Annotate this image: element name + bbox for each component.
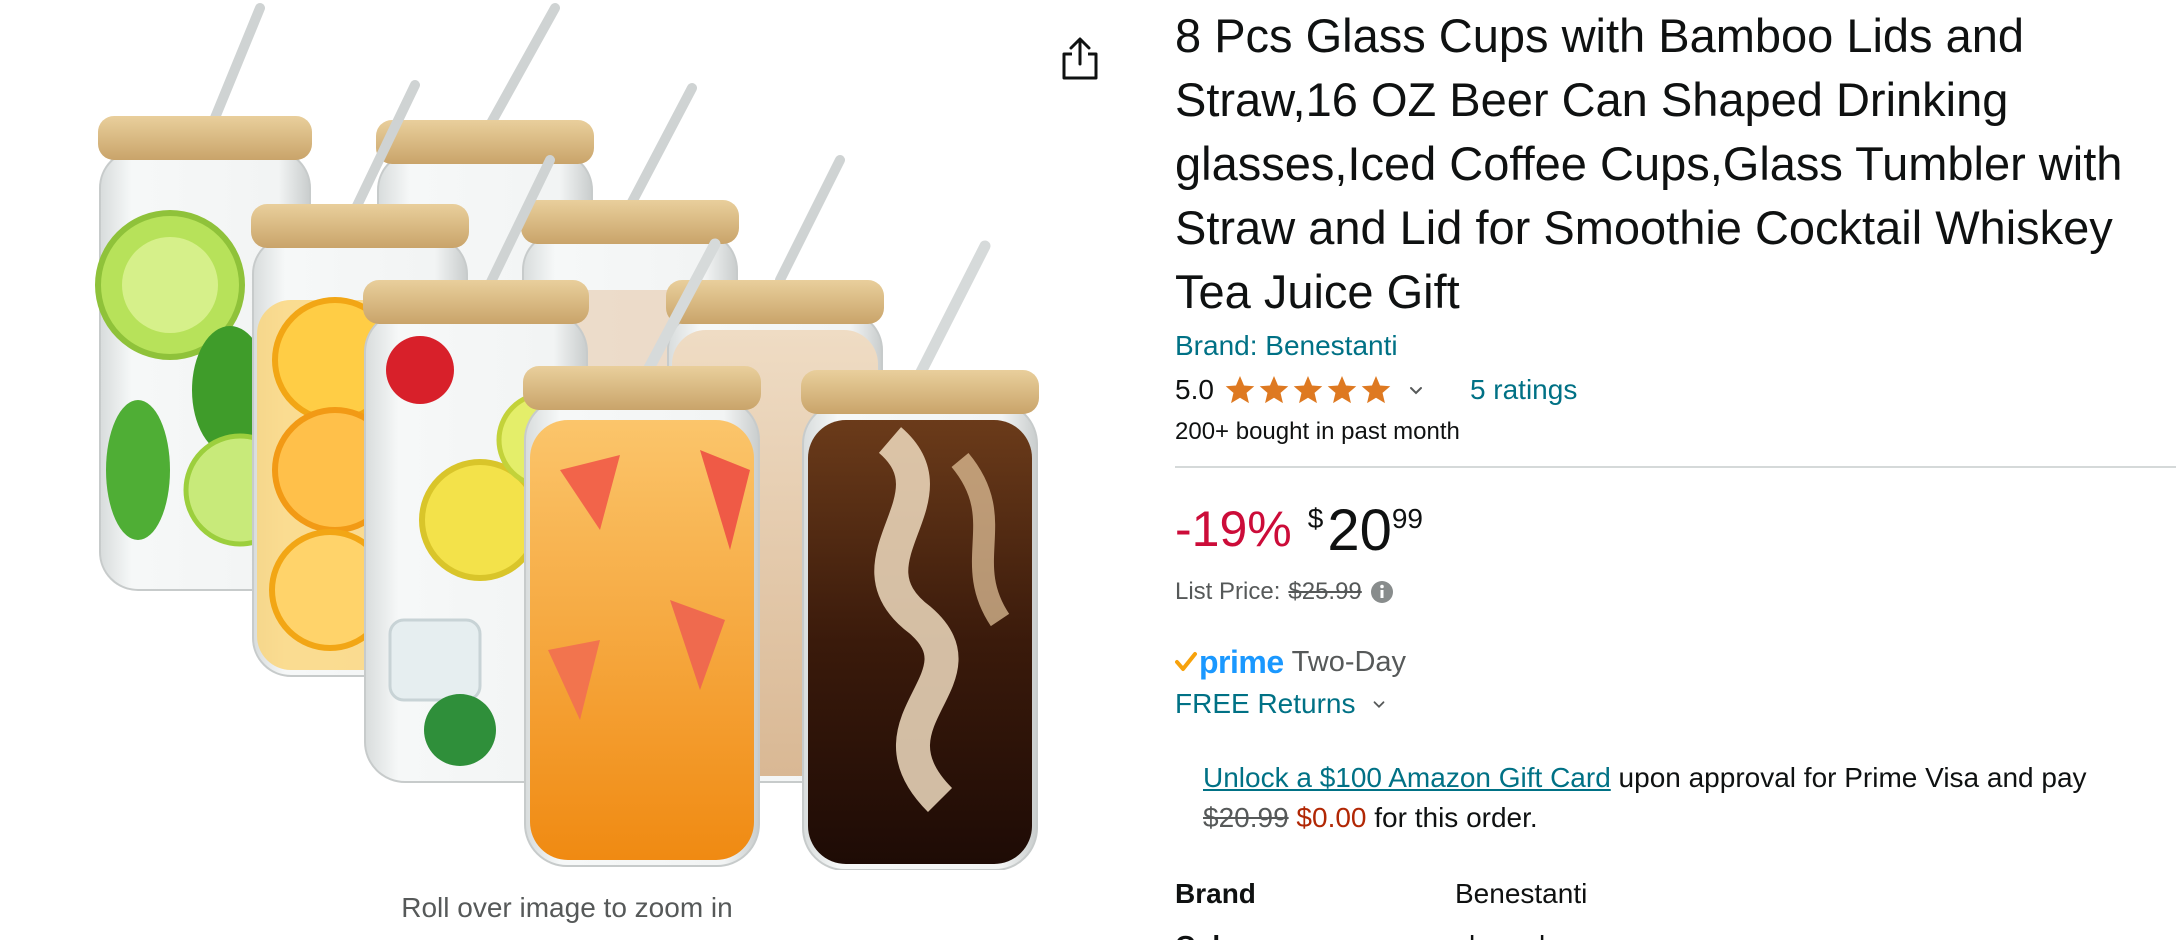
star-icon xyxy=(1259,376,1289,404)
list-price-value: $25.99 xyxy=(1288,578,1362,605)
free-returns[interactable]: FREE Returns xyxy=(1175,688,2165,720)
gift-card-offer-link[interactable]: Unlock a $100 Amazon Gift Card xyxy=(1203,762,1611,793)
price-whole: 20 xyxy=(1327,498,1392,563)
spec-value: Benestanti xyxy=(1455,878,1588,909)
list-price-label: List Price: xyxy=(1175,578,1281,605)
spec-label: Color xyxy=(1175,930,1455,940)
image-gallery: Roll over image to zoom in xyxy=(0,0,1110,940)
price-currency-symbol: $ xyxy=(1307,503,1324,534)
prime-badge[interactable]: prime Two-Day xyxy=(1175,642,2165,682)
offer-old-price: $20.99 xyxy=(1203,802,1289,833)
star-icon xyxy=(1327,376,1357,404)
product-specs-table: Brand Benestanti Color clear glass xyxy=(1175,868,2165,940)
spec-label: Brand xyxy=(1175,878,1256,909)
rating-value: 5.0 xyxy=(1175,374,1214,405)
bought-in-past-month: 200+ bought in past month xyxy=(1175,418,1460,445)
offer-new-price: $0.00 xyxy=(1296,802,1367,833)
spec-row: Brand Benestanti xyxy=(1175,868,2165,920)
current-price: $ 20 99 xyxy=(1308,498,1423,564)
product-page: Roll over image to zoom in 8 Pcs Glass C… xyxy=(0,0,2176,940)
price-fraction: 99 xyxy=(1391,503,1423,534)
rating-row: 5.0 5 ratings xyxy=(1175,370,2165,410)
list-price-row: List Price: $25.99 xyxy=(1175,578,2165,606)
free-returns-link[interactable]: FREE Returns xyxy=(1175,688,1356,720)
product-main-image[interactable] xyxy=(60,0,1060,870)
spec-row: Color clear glass xyxy=(1175,920,2165,940)
section-divider xyxy=(1175,466,2176,468)
offer-middle-text: upon approval for Prime Visa and pay xyxy=(1610,762,2087,793)
star-icon xyxy=(1293,376,1323,404)
star-icon xyxy=(1225,376,1255,404)
brand-link[interactable]: Brand: Benestanti xyxy=(1175,330,1398,362)
prime-logo-text: prime xyxy=(1199,643,1284,680)
offer-end-text: for this order. xyxy=(1366,802,1538,833)
star-icon xyxy=(1361,376,1391,404)
discount-percentage: -19% xyxy=(1175,501,1292,557)
info-icon[interactable] xyxy=(1370,580,1394,604)
share-icon[interactable] xyxy=(1058,36,1102,82)
ratings-count-link[interactable]: 5 ratings xyxy=(1470,374,1577,406)
prime-delivery-speed: Two-Day xyxy=(1291,645,1407,678)
product-title: 8 Pcs Glass Cups with Bamboo Lids and St… xyxy=(1175,9,2123,318)
product-info: 8 Pcs Glass Cups with Bamboo Lids and St… xyxy=(1175,0,2176,940)
price-row: -19% $ 20 99 xyxy=(1175,498,2165,568)
star-rating[interactable] xyxy=(1224,374,1392,406)
chevron-down-icon[interactable] xyxy=(1406,380,1426,400)
spec-value: clear glass xyxy=(1455,930,1589,940)
gift-card-offer: Unlock a $100 Amazon Gift Card upon appr… xyxy=(1175,758,2165,838)
chevron-down-icon[interactable] xyxy=(1370,695,1388,713)
prime-check-icon xyxy=(1175,652,1197,671)
zoom-hint-text: Roll over image to zoom in xyxy=(401,892,733,923)
